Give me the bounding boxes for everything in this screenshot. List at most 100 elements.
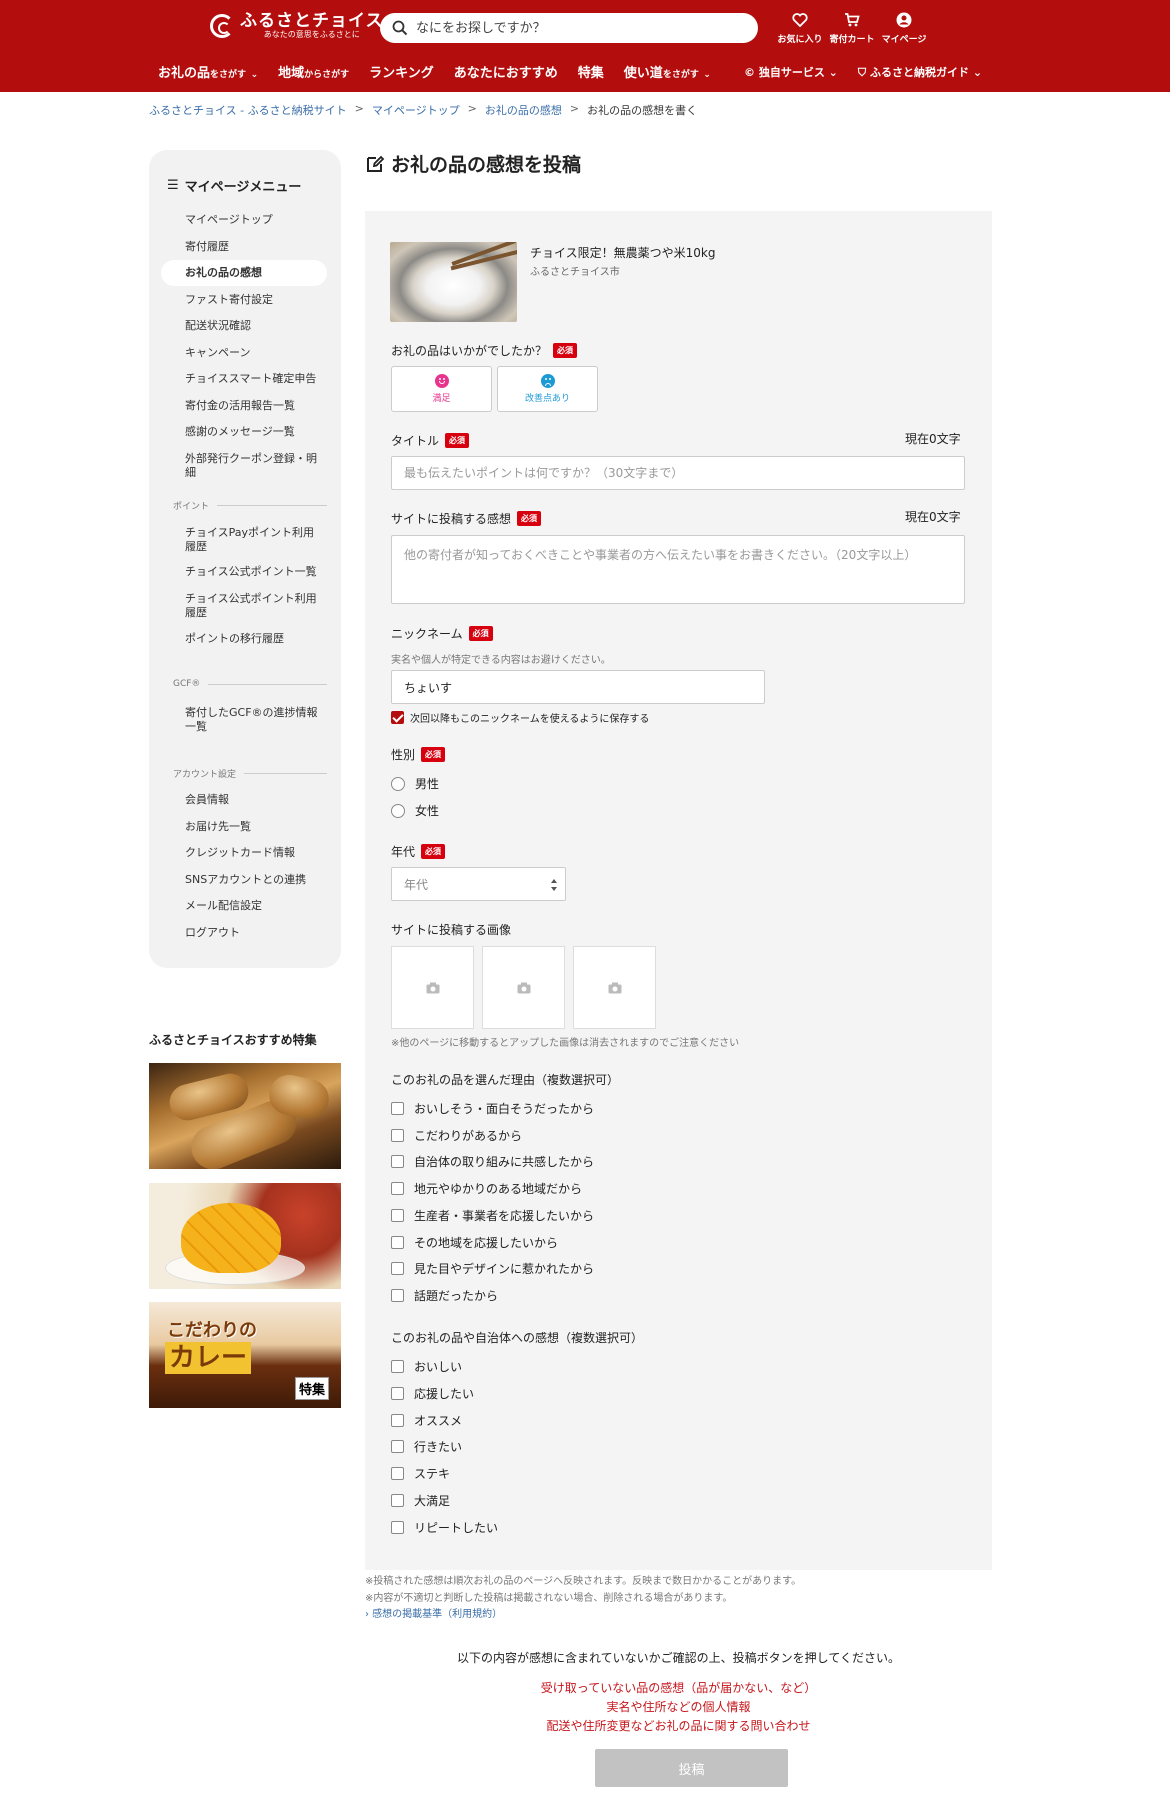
page-title: お礼の品の感想を投稿 [365,150,581,177]
sidebar-item-mypage-top[interactable]: マイページトップ [185,213,325,227]
sidebar-item-point-transfer[interactable]: ポイントの移行履歴 [185,632,325,646]
review-textarea[interactable] [391,535,965,604]
checkbox[interactable] [391,1360,404,1373]
impression-checkbox[interactable]: 応援したい [391,1385,474,1402]
checkbox[interactable] [391,1102,404,1115]
nav-item-features[interactable]: 特集 [578,62,604,81]
image-upload-slot-1[interactable] [391,946,474,1029]
sidebar-item-pay-point-history[interactable]: チョイスPayポイント利用履歴 [185,526,325,554]
sidebar-item-usage-reports[interactable]: 寄付金の活用報告一覧 [185,399,325,413]
cart-button[interactable]: 寄付カート [828,12,876,45]
sidebar-item-logout[interactable]: ログアウト [185,926,325,940]
heart-icon [792,13,808,28]
nav-item-ranking[interactable]: ランキング [369,62,434,81]
breadcrumb-home[interactable]: ふるさとチョイス - ふるさと納税サイト [149,102,347,118]
breadcrumb-separator: > [569,102,580,115]
checkbox[interactable] [391,1467,404,1480]
nav-item-recommend[interactable]: あなたにおすすめ [454,62,558,81]
impression-checkbox[interactable]: オススメ [391,1412,462,1429]
checkbox[interactable] [391,1387,404,1400]
checkbox[interactable] [391,1236,404,1249]
terms-link[interactable]: › 感想の掲載基準（利用規約） [365,1605,502,1620]
sidebar-item-mail-settings[interactable]: メール配信設定 [185,899,325,913]
mypage-label: マイページ [881,35,927,45]
mypage-button[interactable]: マイページ [880,12,928,45]
checkbox[interactable] [391,1440,404,1453]
search-bar[interactable] [380,13,758,43]
site-logo[interactable]: ふるさとチョイス あなたの意思をふるさとに [210,12,384,40]
logo-mark-icon [210,14,234,38]
sidebar-item-coupons[interactable]: 外部発行クーポン登録・明細 [185,452,325,480]
edit-icon [367,155,385,172]
breadcrumb-reviews[interactable]: お礼の品の感想 [485,102,562,118]
reason-checkbox[interactable]: おいしそう・面白そうだったから [391,1100,594,1117]
nav-item-region[interactable]: 地域からさがす [278,62,349,81]
nickname-input[interactable] [391,670,765,704]
banner-curry[interactable]: こだわりの カレー 特集 [149,1302,341,1408]
sidebar-item-sns[interactable]: SNSアカウントとの連携 [185,873,325,887]
checkbox[interactable] [391,1209,404,1222]
checkbox[interactable] [391,1262,404,1275]
sidebar-item-official-point-history[interactable]: チョイス公式ポイント利用履歴 [185,592,325,620]
image-upload-slot-3[interactable] [573,946,656,1029]
gender-radio-female[interactable]: 女性 [391,802,439,819]
nav-item-usage[interactable]: 使い道をさがす ⌄ [624,62,711,81]
radio-button[interactable] [391,776,405,791]
rating-needs-improvement-button[interactable]: 改善点あり [497,366,598,412]
rating-satisfied-button[interactable]: 満足 [391,366,492,412]
sidebar-item-tax-return[interactable]: チョイススマート確定申告 [185,372,325,386]
impression-checkbox[interactable]: リピートしたい [391,1519,498,1536]
checkbox-checked[interactable] [391,711,404,724]
sidebar-item-official-points[interactable]: チョイス公式ポイント一覧 [185,565,325,579]
sidebar-item-campaign[interactable]: キャンペーン [185,346,325,360]
checkbox[interactable] [391,1494,404,1507]
submit-button[interactable]: 投稿 [595,1749,788,1787]
impression-checkbox[interactable]: ステキ [391,1465,450,1482]
gender-radio-male[interactable]: 男性 [391,775,439,792]
sidebar-item-gcf-progress[interactable]: 寄付したGCF®の進捗情報一覧 [185,706,325,734]
reason-checkbox[interactable]: 話題だったから [391,1287,498,1304]
required-badge: 必須 [468,626,493,641]
impression-checkbox[interactable]: 大満足 [391,1492,450,1509]
sidebar-item-member-info[interactable]: 会員情報 [185,793,325,807]
reason-checkbox[interactable]: 地元やゆかりのある地域だから [391,1180,582,1197]
sidebar-item-fast-donation[interactable]: ファスト寄付設定 [185,293,325,307]
sidebar-item-thanks-messages[interactable]: 感謝のメッセージ一覧 [185,425,325,439]
checkbox[interactable] [391,1289,404,1302]
sidebar-item-delivery-status[interactable]: 配送状況確認 [185,319,325,333]
reason-checkbox[interactable]: こだわりがあるから [391,1127,522,1144]
required-badge: 必須 [421,844,446,859]
search-input[interactable] [416,20,736,36]
age-select[interactable]: 年代 [391,867,566,901]
favorites-button[interactable]: お気に入り [776,12,824,45]
sidebar-item-reviews[interactable]: お礼の品の感想 [161,260,327,286]
checkbox[interactable] [391,1182,404,1195]
nav-item-gifts[interactable]: お礼の品をさがす ⌄ [158,62,258,81]
reason-checkbox[interactable]: その地域を応援したいから [391,1234,558,1251]
banner-bread[interactable] [149,1063,341,1169]
checkbox[interactable] [391,1414,404,1427]
required-badge: 必須 [553,343,578,358]
impression-checkbox[interactable]: おいしい [391,1358,462,1375]
sidebar-group-account: アカウント設定 [173,767,327,780]
banner-mango[interactable] [149,1183,341,1289]
checkbox[interactable] [391,1129,404,1142]
reason-checkbox[interactable]: 生産者・事業者を応援したいから [391,1207,594,1224]
radio-button[interactable] [391,803,405,818]
title-input[interactable] [391,456,965,490]
footer-note-2: ※内容が不適切と判断した投稿は掲載されない場合、削除される場合があります。 [365,1593,733,1604]
nav-item-services[interactable]: © 独自サービス ⌄ [744,64,838,80]
checkbox[interactable] [391,1155,404,1168]
impression-checkbox[interactable]: 行きたい [391,1438,462,1455]
sidebar-item-addresses[interactable]: お届け先一覧 [185,820,325,834]
reason-checkbox[interactable]: 自治体の取り組みに共感したから [391,1153,594,1170]
nav-item-guide[interactable]: ⛉ ふるさと納税ガイド ⌄ [858,64,982,80]
save-nickname-checkbox[interactable]: 次回以降もこのニックネームを使えるように保存する [391,710,649,725]
reason-checkbox[interactable]: 見た目やデザインに惹かれたから [391,1260,594,1277]
warning-item: 受け取っていない品の感想（品が届かない、など） [540,1681,817,1695]
checkbox[interactable] [391,1521,404,1534]
sidebar-item-credit-card[interactable]: クレジットカード情報 [185,846,325,860]
sidebar-item-donation-history[interactable]: 寄付履歴 [185,240,325,254]
image-upload-slot-2[interactable] [482,946,565,1029]
breadcrumb-mypage[interactable]: マイページトップ [372,102,460,118]
